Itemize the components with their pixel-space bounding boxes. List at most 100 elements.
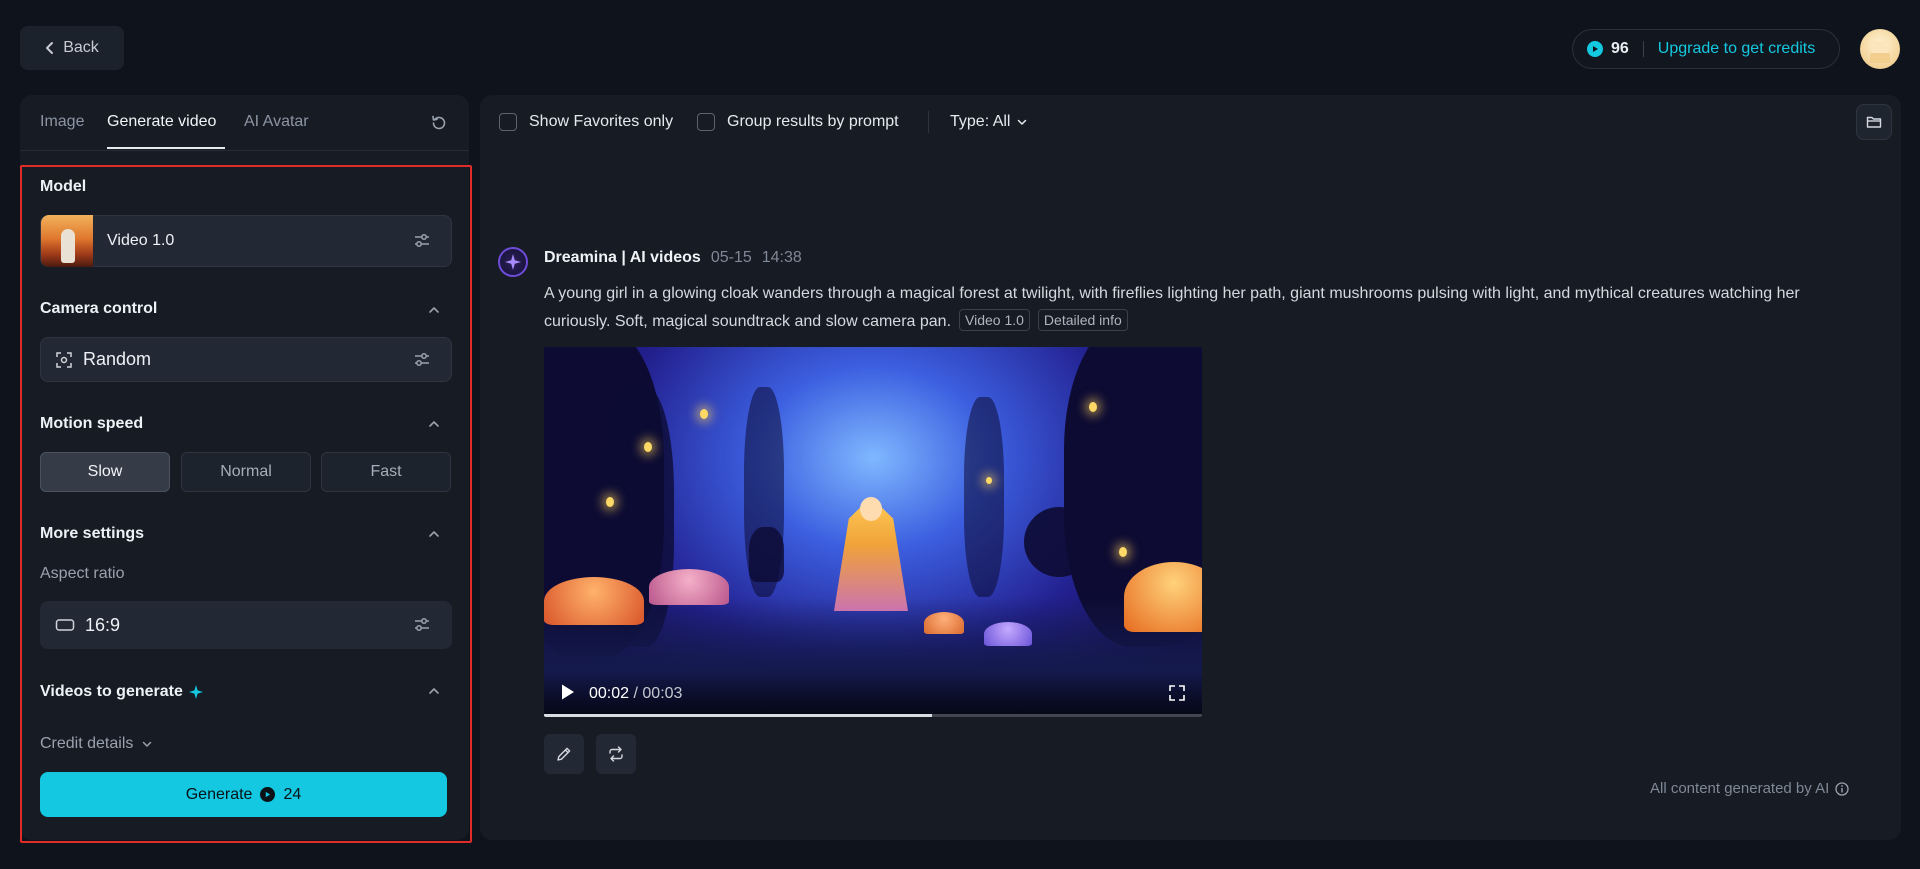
credit-details-toggle[interactable]: Credit details — [40, 735, 153, 753]
aspect-ratio-label: Aspect ratio — [40, 565, 125, 582]
scene-firefly — [1089, 402, 1097, 412]
ai-disclaimer-text: All content generated by AI — [1650, 780, 1830, 797]
chevron-up-icon[interactable] — [427, 303, 441, 317]
video-current-time: 00:02 — [589, 685, 630, 702]
chevron-up-icon[interactable] — [427, 527, 441, 541]
folder-button[interactable] — [1856, 104, 1892, 140]
credits-pill[interactable]: 96 Upgrade to get credits — [1572, 29, 1840, 69]
aspect-ratio-value: 16:9 — [85, 614, 121, 635]
tab-generate-video[interactable]: Generate video — [107, 113, 216, 131]
coin-icon — [1587, 41, 1603, 57]
generate-button[interactable]: Generate 24 — [40, 772, 447, 817]
toolbar-divider — [928, 111, 929, 133]
chevron-down-icon — [1018, 119, 1027, 125]
show-favorites-toggle[interactable]: Show Favorites only — [499, 113, 673, 131]
chevron-left-icon — [46, 42, 54, 54]
result-date: 05-15 — [710, 249, 752, 266]
chevron-down-icon — [143, 741, 152, 747]
mode-tabs: Image Generate video AI Avatar — [20, 95, 469, 151]
model-thumbnail — [41, 215, 93, 267]
sliders-icon[interactable] — [413, 232, 431, 250]
edit-button[interactable] — [544, 734, 584, 774]
tab-image[interactable]: Image — [40, 113, 84, 131]
videos-to-generate-title: Videos to generate — [40, 683, 203, 701]
scene-firefly — [986, 477, 992, 484]
show-favorites-checkbox[interactable] — [499, 113, 517, 131]
type-filter-dropdown[interactable]: Type: All — [950, 113, 1028, 131]
avatar[interactable] — [1860, 29, 1900, 69]
scene-mushroom — [924, 612, 964, 634]
scene-firefly — [700, 409, 708, 419]
play-icon[interactable] — [560, 683, 576, 701]
camera-control-select[interactable]: Random — [40, 337, 452, 382]
scene-tree — [964, 397, 1004, 597]
aspect-ratio-select[interactable]: 16:9 — [40, 601, 452, 649]
videos-to-generate-label: Videos to generate — [40, 683, 183, 700]
scene-creature — [749, 527, 784, 582]
upgrade-link[interactable]: Upgrade to get credits — [1658, 40, 1815, 58]
sparkle-icon — [505, 254, 521, 270]
chevron-up-icon[interactable] — [427, 684, 441, 698]
scene-mushroom — [649, 569, 729, 605]
ai-disclaimer: All content generated by AI — [1650, 780, 1849, 797]
motion-speed-title: Motion speed — [40, 415, 144, 432]
chevron-up-icon[interactable] — [427, 417, 441, 431]
prompt-text: A young girl in a glowing cloak wanders … — [544, 285, 1800, 330]
video-progress[interactable] — [544, 714, 1202, 717]
motion-speed-slow[interactable]: Slow — [40, 452, 170, 492]
credits-count: 96 — [1611, 40, 1629, 57]
active-tab-indicator — [107, 147, 225, 149]
focus-icon — [56, 351, 72, 368]
camera-control-value: Random — [83, 349, 152, 369]
show-favorites-label: Show Favorites only — [529, 113, 674, 130]
motion-speed-normal[interactable]: Normal — [181, 452, 311, 492]
result-header: Dreamina | AI videos 05-15 14:38 — [544, 249, 802, 267]
repeat-icon — [609, 746, 623, 762]
scene-firefly — [644, 442, 652, 452]
group-by-prompt-label: Group results by prompt — [727, 113, 899, 130]
back-label: Back — [63, 39, 99, 56]
refresh-icon[interactable] — [429, 113, 449, 133]
video-time: 00:02 / 00:03 — [589, 685, 683, 702]
video-player[interactable]: 00:02 / 00:03 — [544, 347, 1202, 717]
scene-firefly — [606, 497, 614, 507]
generate-label: Generate — [185, 785, 253, 803]
result-author: Dreamina | AI videos — [544, 249, 701, 266]
regenerate-button[interactable] — [596, 734, 636, 774]
model-tag[interactable]: Video 1.0 — [959, 309, 1030, 331]
model-select[interactable]: Video 1.0 — [40, 215, 452, 267]
coin-icon — [260, 787, 276, 802]
video-total-time: 00:03 — [642, 685, 683, 702]
detailed-info-tag[interactable]: Detailed info — [1037, 309, 1128, 331]
sliders-icon[interactable] — [413, 616, 431, 634]
dreamina-logo — [498, 247, 528, 277]
tab-ai-avatar[interactable]: AI Avatar — [244, 113, 309, 131]
generate-cost: 24 — [283, 785, 302, 803]
credit-details-label: Credit details — [40, 735, 134, 752]
camera-control-title: Camera control — [40, 300, 158, 317]
group-by-prompt-toggle[interactable]: Group results by prompt — [697, 113, 899, 131]
more-settings-title: More settings — [40, 525, 145, 542]
video-controls: 00:02 / 00:03 — [544, 673, 1202, 717]
video-progress-fill — [544, 714, 933, 717]
result-prompt: A young girl in a glowing cloak wanders … — [544, 280, 1864, 336]
sparkle-icon — [188, 685, 203, 699]
model-value: Video 1.0 — [107, 232, 175, 249]
sliders-icon[interactable] — [413, 351, 431, 369]
type-filter-label: Type: All — [950, 113, 1011, 130]
folder-icon — [1866, 116, 1882, 128]
scene-mushroom — [544, 577, 644, 625]
scene-mushroom — [984, 622, 1032, 646]
model-title: Model — [40, 178, 87, 195]
rectangle-icon — [55, 619, 75, 631]
fullscreen-icon[interactable] — [1168, 684, 1186, 702]
result-time: 14:38 — [761, 249, 802, 266]
scene-girl-head — [860, 497, 882, 521]
pencil-icon — [557, 747, 571, 761]
motion-speed-fast[interactable]: Fast — [321, 452, 451, 492]
info-icon[interactable] — [1835, 781, 1849, 796]
divider — [1642, 41, 1644, 57]
scene-creature — [1024, 507, 1094, 577]
group-by-prompt-checkbox[interactable] — [697, 113, 715, 131]
back-button[interactable]: Back — [20, 26, 124, 70]
